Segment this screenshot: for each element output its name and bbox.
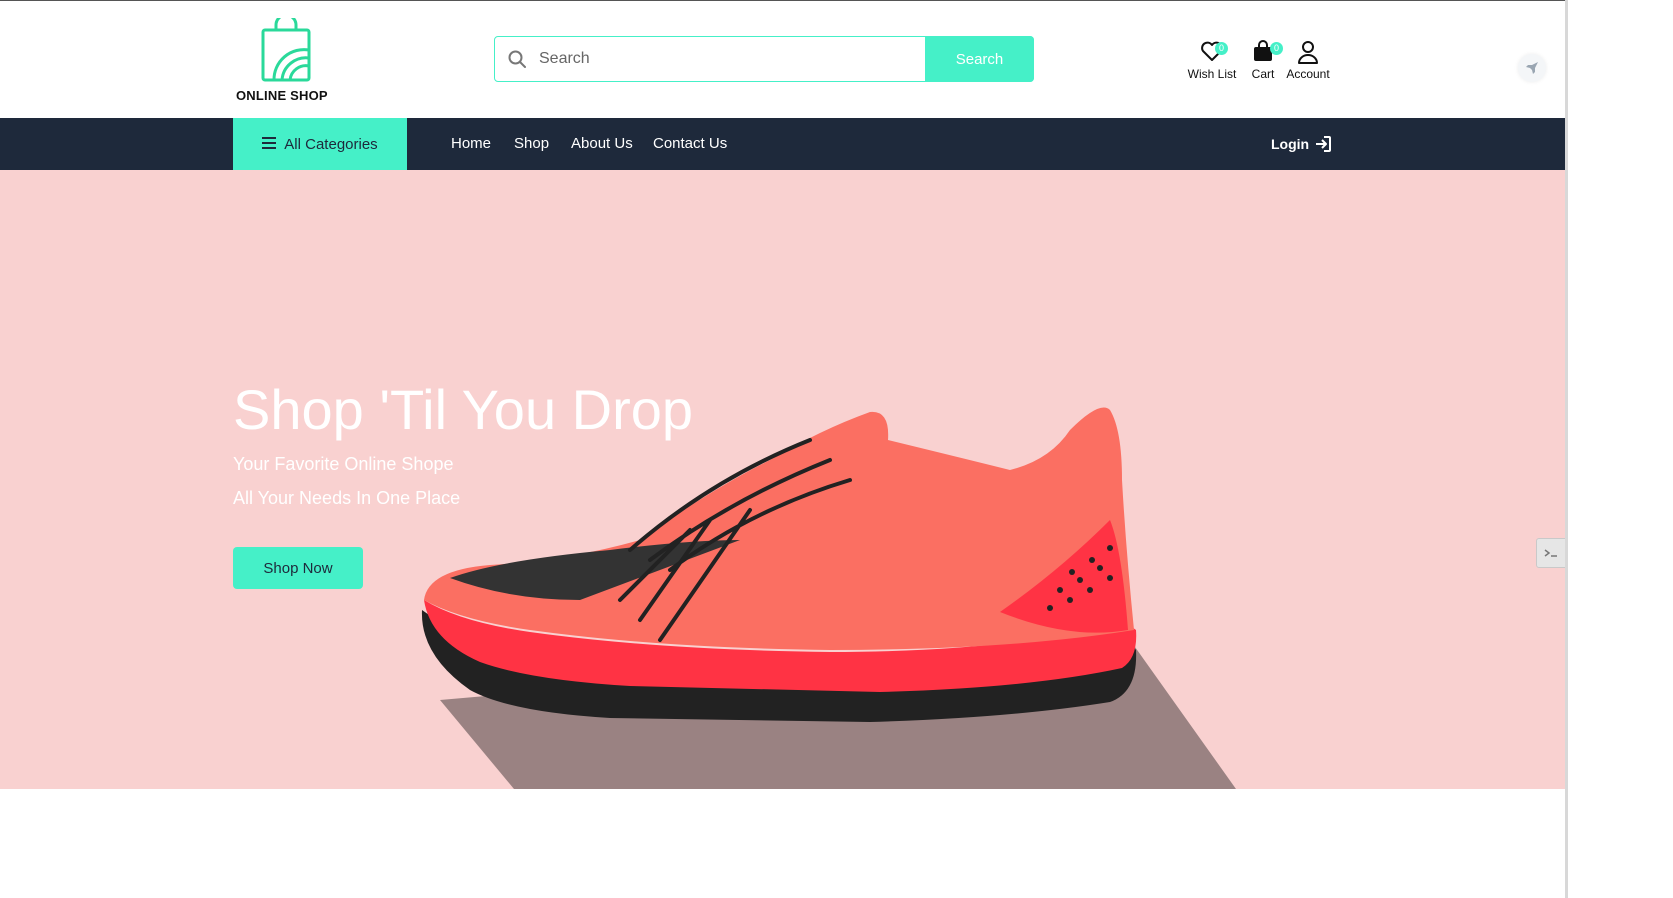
cart-count-badge: 0 bbox=[1270, 42, 1283, 55]
search-bar: Search bbox=[494, 36, 1034, 82]
nav-link-about[interactable]: About Us bbox=[571, 118, 633, 170]
nav-link-contact[interactable]: Contact Us bbox=[653, 118, 727, 170]
terminal-icon[interactable] bbox=[1536, 538, 1566, 568]
cart-label: Cart bbox=[1251, 67, 1275, 81]
rocket-icon[interactable] bbox=[1518, 54, 1546, 82]
scrollbar[interactable] bbox=[1565, 0, 1568, 898]
user-icon bbox=[1298, 41, 1318, 64]
logo-text: ONLINE SHOP bbox=[236, 88, 328, 103]
menu-icon bbox=[262, 136, 277, 153]
search-input[interactable] bbox=[539, 37, 919, 81]
site-logo[interactable]: ONLINE SHOP bbox=[236, 18, 336, 104]
cart-button[interactable]: 0 Cart bbox=[1248, 40, 1283, 81]
sneaker-image bbox=[421, 407, 1137, 722]
all-categories-label: All Categories bbox=[284, 135, 378, 153]
account-label: Account bbox=[1286, 67, 1330, 81]
hero-banner: Shop 'Til You Drop Your Favorite Online … bbox=[0, 170, 1565, 789]
main-navbar: All Categories Home Shop About Us Contac… bbox=[0, 118, 1565, 170]
shopping-bag-logo-icon bbox=[261, 18, 311, 82]
login-label: Login bbox=[1271, 136, 1310, 152]
search-icon bbox=[508, 50, 526, 73]
login-button[interactable]: Login bbox=[1271, 118, 1332, 170]
search-button[interactable]: Search bbox=[925, 36, 1034, 82]
wishlist-label: Wish List bbox=[1187, 67, 1237, 81]
wishlist-button[interactable]: 0 Wish List bbox=[1186, 40, 1238, 81]
all-categories-button[interactable]: All Categories bbox=[233, 118, 407, 170]
nav-link-home[interactable]: Home bbox=[451, 118, 491, 170]
shop-now-button[interactable]: Shop Now bbox=[233, 547, 363, 589]
wishlist-count-badge: 0 bbox=[1215, 42, 1228, 55]
nav-link-shop[interactable]: Shop bbox=[514, 118, 549, 170]
account-button[interactable]: Account bbox=[1284, 40, 1332, 81]
login-icon bbox=[1316, 136, 1332, 152]
